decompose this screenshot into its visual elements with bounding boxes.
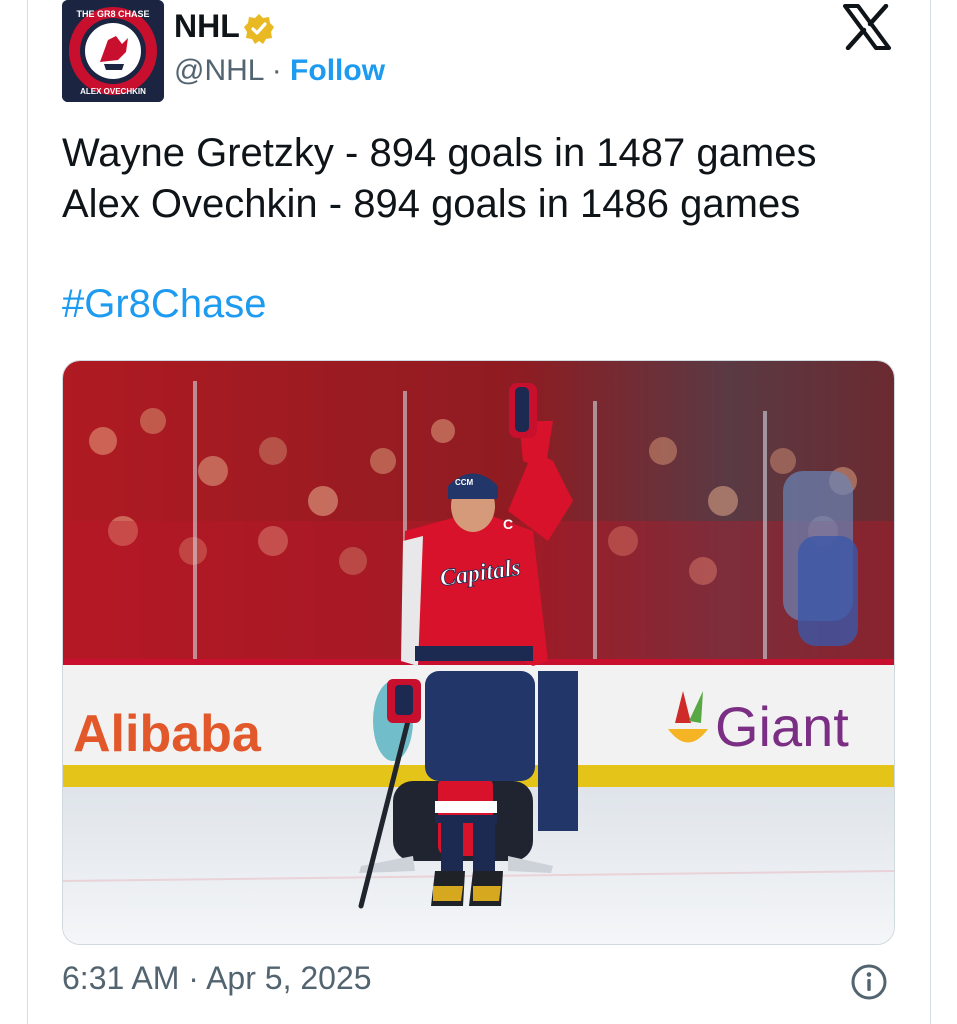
captain-letter: C	[503, 516, 513, 532]
handle-row: @NHL · Follow	[174, 54, 385, 88]
author-name[interactable]: NHL	[174, 8, 240, 45]
avatar-text-bottom: ALEX OVECHKIN	[80, 87, 146, 96]
info-icon[interactable]	[849, 962, 889, 1002]
follow-button[interactable]: Follow	[290, 54, 385, 87]
tweet-photo[interactable]: Alibaba H TS Giant	[62, 360, 895, 945]
tweet-line-1: Wayne Gretzky - 894 goals in 1487 games	[62, 131, 817, 175]
timestamp[interactable]: 6:31 AM · Apr 5, 2025	[62, 960, 372, 997]
tweet-line-2: Alex Ovechkin - 894 goals in 1486 games	[62, 182, 801, 226]
verified-badge-icon	[244, 14, 274, 44]
tweet-text: Wayne Gretzky - 894 goals in 1487 games …	[62, 128, 816, 230]
avatar[interactable]: THE GR8 CHASE ALEX OVECHKIN	[62, 0, 164, 102]
timestamp-date: Apr 5, 2025	[206, 960, 372, 996]
author-handle[interactable]: @NHL	[174, 54, 263, 87]
helmet-text: CCM	[455, 478, 474, 487]
avatar-text-top: THE GR8 CHASE	[76, 9, 149, 19]
timestamp-time: 6:31 AM	[62, 960, 180, 996]
timestamp-separator: ·	[188, 960, 199, 996]
x-logo-icon[interactable]	[842, 4, 892, 50]
separator: ·	[271, 54, 282, 87]
hockey-photo: Alibaba H TS Giant	[63, 361, 894, 944]
ad-giant: Giant	[715, 695, 849, 758]
ad-alibaba: Alibaba	[73, 705, 262, 763]
gr8-chase-logo-icon: THE GR8 CHASE ALEX OVECHKIN	[62, 0, 164, 102]
hashtag-link[interactable]: #Gr8Chase	[62, 282, 267, 327]
